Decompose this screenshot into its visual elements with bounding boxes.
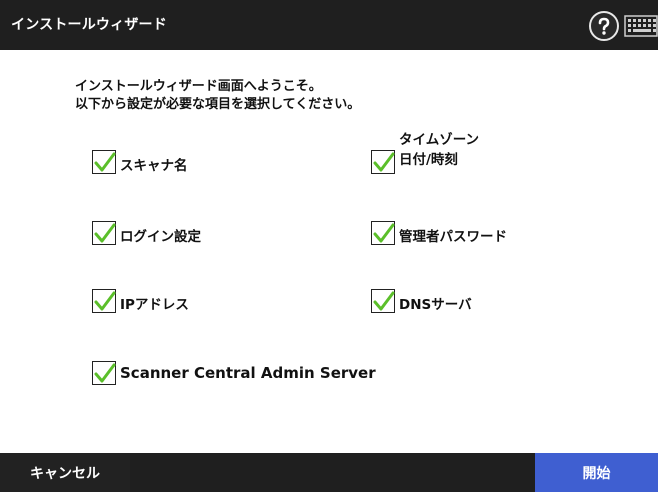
admin-password-label: 管理者パスワード (399, 229, 507, 245)
bottom-bar: キャンセル 開始 (0, 453, 658, 492)
keyboard-icon (624, 15, 658, 37)
checkmark-icon (373, 152, 395, 172)
datetime-label: 日付/時刻 (399, 152, 458, 168)
keyboard-button[interactable] (624, 14, 658, 38)
login-settings-checkbox[interactable] (92, 221, 116, 245)
dns-server-label: DNSサーバ (399, 297, 472, 313)
title-bar: インストールウィザード (0, 0, 658, 50)
intro-line-2: 以下から設定が必要な項目を選択してください。 (75, 97, 361, 112)
cancel-button[interactable]: キャンセル (0, 453, 130, 492)
question-mark-icon (598, 17, 610, 35)
checkmark-icon (94, 363, 116, 383)
checkmark-icon (94, 152, 116, 172)
admin-password-checkbox[interactable] (371, 221, 395, 245)
ip-address-label: IPアドレス (120, 297, 189, 313)
intro-line-1: インストールウィザード画面へようこそ。 (75, 79, 322, 94)
timezone-datetime-checkbox[interactable] (371, 150, 395, 174)
checkmark-icon (94, 291, 116, 311)
scanner-name-checkbox[interactable] (92, 150, 116, 174)
help-button[interactable] (589, 11, 619, 41)
window-title: インストールウィザード (11, 17, 167, 33)
ip-address-checkbox[interactable] (92, 289, 116, 313)
scanner-name-label: スキャナ名 (120, 158, 188, 174)
start-button[interactable]: 開始 (535, 453, 658, 492)
login-settings-label: ログイン設定 (120, 229, 201, 245)
dns-server-checkbox[interactable] (371, 289, 395, 313)
timezone-datetime-label: タイムゾーン 日付/時刻 (399, 130, 479, 170)
central-admin-server-checkbox[interactable] (92, 361, 116, 385)
checkmark-icon (373, 291, 395, 311)
checkmark-icon (94, 223, 116, 243)
checkmark-icon (373, 223, 395, 243)
timezone-label: タイムゾーン (399, 132, 480, 148)
intro-text: インストールウィザード画面へようこそ。 以下から設定が必要な項目を選択してくださ… (75, 78, 360, 114)
central-admin-server-label: Scanner Central Admin Server (120, 364, 376, 382)
